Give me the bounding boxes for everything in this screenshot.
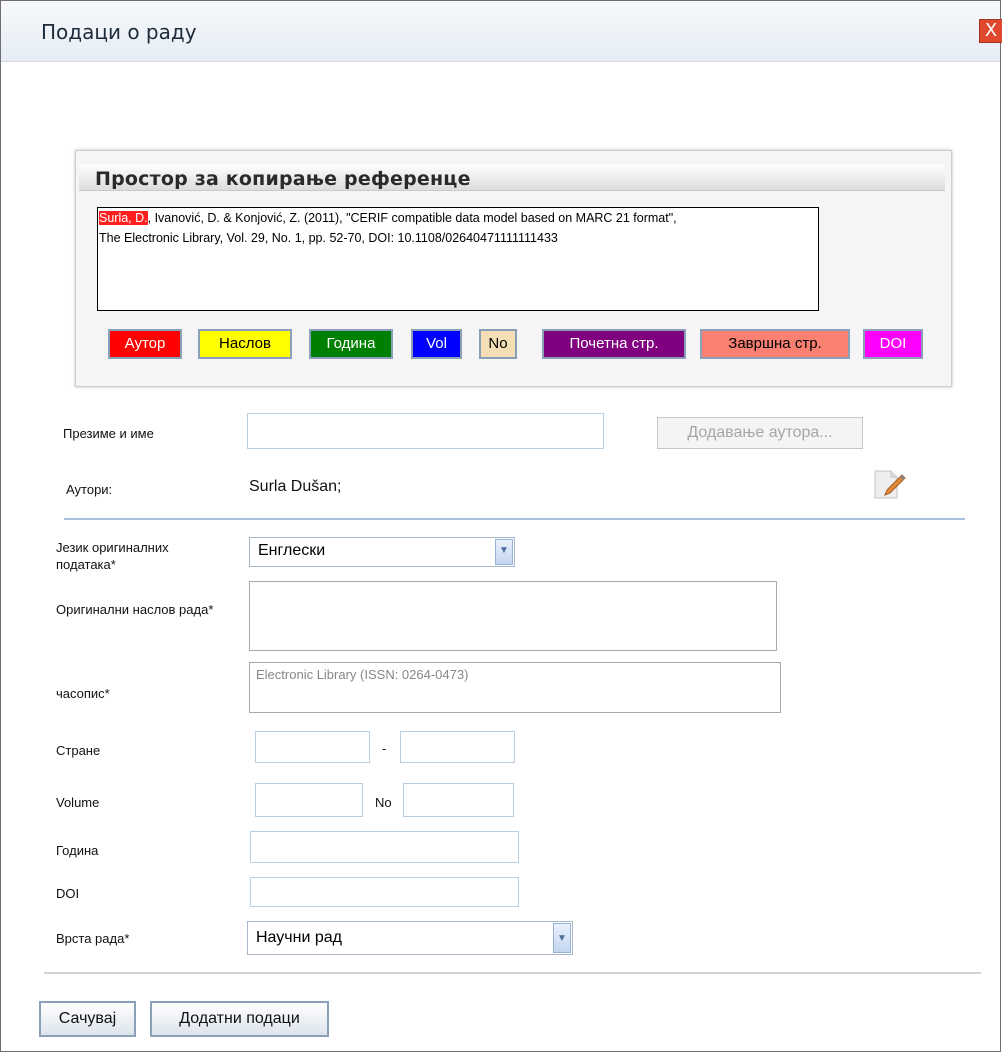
reference-section-title: Простор за копирање референце xyxy=(95,168,471,190)
year-label: Година xyxy=(56,843,99,858)
journal-label: часопис* xyxy=(56,686,110,701)
reference-line1-rest: , Ivanović, D. & Konjović, Z. (2011), "C… xyxy=(147,211,677,225)
surname-label: Презиме и име xyxy=(63,426,154,441)
pages-label: Стране xyxy=(56,743,101,758)
language-selected-value: Енглески xyxy=(258,542,326,559)
tag-start-page-button[interactable]: Почетна стр. xyxy=(542,329,686,359)
page-start-input[interactable] xyxy=(255,731,370,763)
add-author-button[interactable]: Додавање аутора... xyxy=(657,417,863,449)
number-label: No xyxy=(375,795,392,810)
tag-number-button[interactable]: No xyxy=(479,329,517,359)
original-title-textarea[interactable] xyxy=(249,581,777,651)
highlighted-author: Surla, D. xyxy=(99,211,148,225)
language-label: Језик оригиналних података* xyxy=(56,540,169,572)
chevron-down-icon: ▼ xyxy=(553,923,571,953)
year-input[interactable] xyxy=(250,831,519,863)
section-divider xyxy=(64,518,965,520)
reference-copy-panel: Простор за копирање референце Surla, D.,… xyxy=(75,150,952,387)
reference-text-area[interactable]: Surla, D., Ivanović, D. & Konjović, Z. (… xyxy=(97,207,819,311)
language-select[interactable]: Енглески ▼ xyxy=(249,537,515,567)
doi-input[interactable] xyxy=(250,877,519,907)
original-title-label: Оригинални наслов рада* xyxy=(56,602,214,617)
doi-label: DOI xyxy=(56,886,80,901)
tag-year-button[interactable]: Година xyxy=(309,329,393,359)
additional-data-button[interactable]: Додатни подаци xyxy=(150,1001,329,1037)
volume-input[interactable] xyxy=(255,783,363,817)
save-button[interactable]: Сачувај xyxy=(39,1001,136,1037)
authors-label: Аутори: xyxy=(66,482,113,497)
surname-input[interactable] xyxy=(247,413,604,449)
tag-doi-button[interactable]: DOI xyxy=(863,329,923,359)
chevron-down-icon: ▼ xyxy=(495,539,513,565)
work-type-selected-value: Научни рад xyxy=(256,929,342,946)
work-type-select[interactable]: Научни рад ▼ xyxy=(247,921,573,955)
number-input[interactable] xyxy=(403,783,514,817)
reference-section-header: Простор за копирање референце xyxy=(79,164,945,191)
tag-end-page-button[interactable]: Завршна стр. xyxy=(700,329,850,359)
tag-volume-button[interactable]: Vol xyxy=(411,329,462,359)
footer-divider xyxy=(44,972,981,974)
page-end-input[interactable] xyxy=(400,731,515,763)
authors-value: Surla Dušan; xyxy=(249,478,342,495)
work-type-label: Врста рада* xyxy=(56,931,130,946)
dialog-title: Подаци о раду xyxy=(41,20,197,44)
work-data-dialog: Подаци о раду X Простор за копирање рефе… xyxy=(0,0,1002,1052)
journal-textarea[interactable]: Electronic Library (ISSN: 0264-0473) xyxy=(249,662,781,713)
tag-title-button[interactable]: Наслов xyxy=(198,329,292,359)
close-icon[interactable]: X xyxy=(979,19,1002,43)
edit-pencil-icon[interactable] xyxy=(871,467,907,501)
dialog-titlebar: Подаци о раду X xyxy=(1,1,1002,62)
pages-separator: - xyxy=(382,741,387,756)
tag-author-button[interactable]: Аутор xyxy=(108,329,182,359)
volume-label: Volume xyxy=(56,795,100,810)
reference-line2: The Electronic Library, Vol. 29, No. 1, … xyxy=(99,231,558,245)
